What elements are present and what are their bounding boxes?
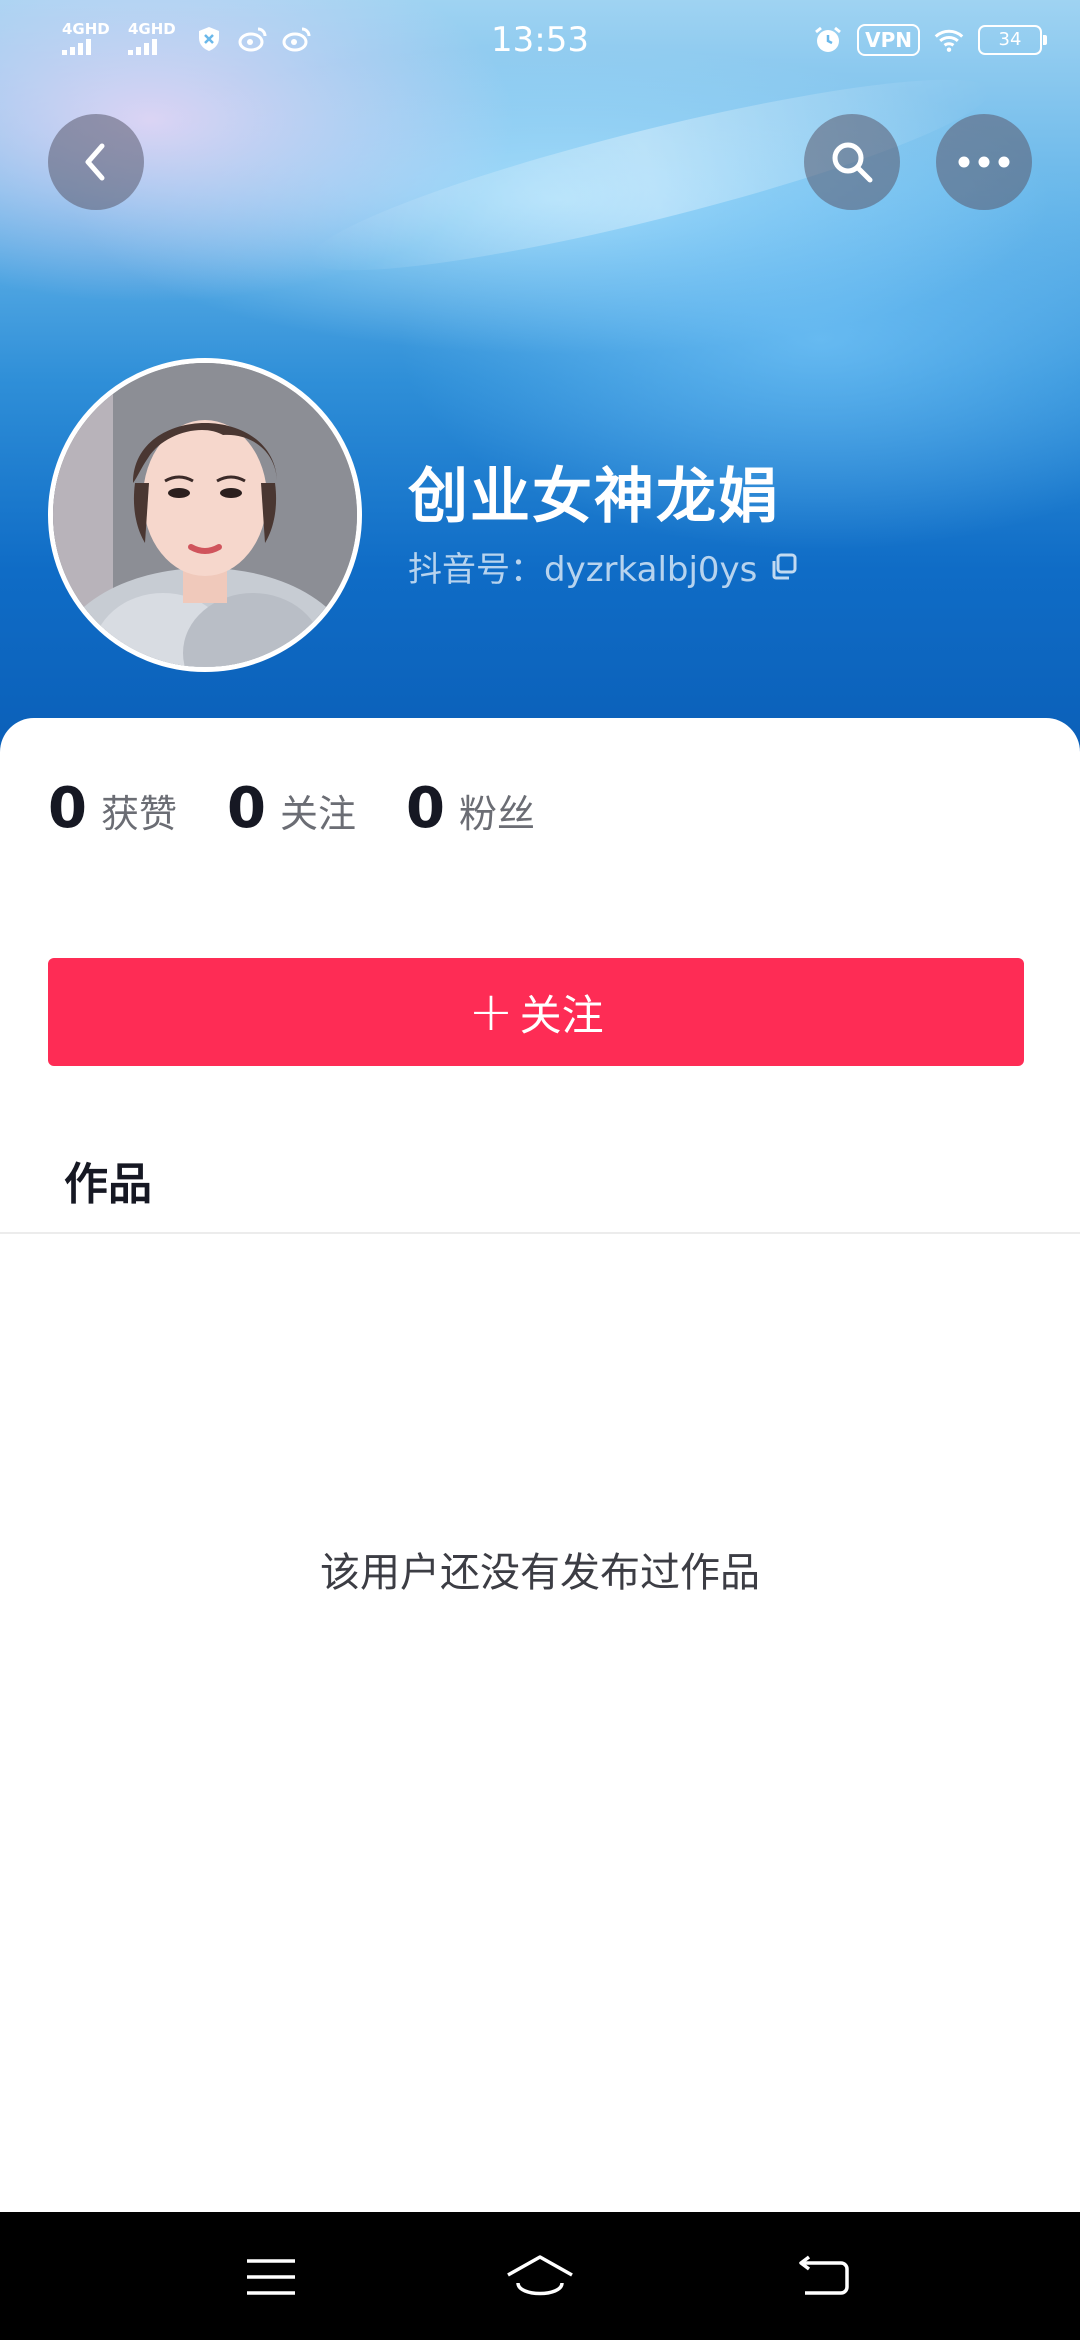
plus-icon: +: [468, 980, 514, 1043]
back-arrow-icon: [85, 143, 105, 181]
stat-number: 0: [226, 776, 266, 841]
stats-row: 0 获赞 0 关注 0 粉丝: [48, 776, 535, 841]
more-icon: [958, 156, 1010, 168]
follow-button[interactable]: + 关注: [48, 958, 1024, 1066]
stat-label: 关注: [279, 792, 356, 836]
back-button[interactable]: [48, 114, 144, 210]
empty-state-message: 该用户还没有发布过作品: [320, 1550, 760, 1596]
alarm-icon: [813, 25, 843, 55]
douyin-id-text: 抖音号：dyzrkalbj0ys: [408, 550, 758, 590]
divider: [0, 1232, 1080, 1234]
stat-likes[interactable]: 0 获赞: [48, 776, 177, 841]
search-button[interactable]: [804, 114, 900, 210]
home-icon: [507, 2255, 573, 2296]
more-button[interactable]: [936, 114, 1032, 210]
follow-button-label: 关注: [519, 990, 604, 1040]
wifi-icon: [934, 25, 964, 55]
avatar[interactable]: [48, 358, 362, 672]
battery-icon: 34: [978, 25, 1047, 55]
vpn-badge: VPN: [857, 24, 920, 56]
avatar-portrait: [53, 363, 357, 667]
tab-works[interactable]: 作品: [64, 1148, 152, 1212]
menu-button[interactable]: [226, 2242, 316, 2312]
back-nav-button[interactable]: [778, 2242, 868, 2312]
douyin-id[interactable]: 抖音号：dyzrkalbj0ys: [408, 542, 799, 591]
home-button[interactable]: [495, 2242, 585, 2312]
search-icon: [832, 142, 873, 183]
menu-icon: [247, 2259, 295, 2295]
copy-icon[interactable]: [769, 552, 799, 582]
stat-following[interactable]: 0 关注: [227, 776, 356, 841]
stat-label: 获赞: [100, 792, 177, 836]
profile-name: 创业女神龙娟: [408, 462, 780, 532]
system-nav-bar: [0, 2212, 1080, 2340]
stat-label: 粉丝: [458, 792, 535, 836]
status-right: VPN 34: [813, 24, 1047, 56]
profile-content: 0 获赞 0 关注 0 粉丝 + 关注 作品 该用户还没有发布过作品: [0, 718, 1080, 2212]
back-icon: [799, 2255, 849, 2295]
stat-number: 0: [48, 776, 87, 841]
status-bar: 4GHD 4GHD 13:53 VPN 34: [0, 0, 1080, 84]
stat-followers[interactable]: 0 粉丝: [406, 776, 535, 841]
stat-number: 0: [405, 776, 445, 841]
